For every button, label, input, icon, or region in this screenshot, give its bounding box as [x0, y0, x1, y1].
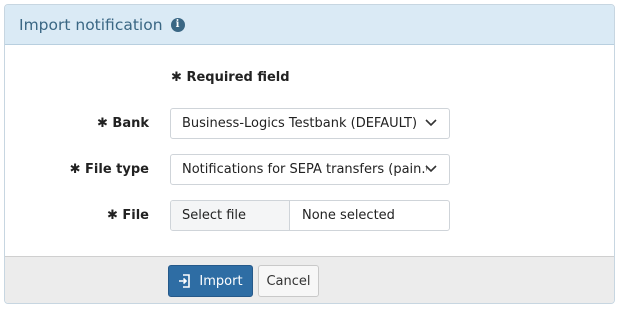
file-status: None selected [302, 208, 395, 223]
required-star-icon: ✱ [69, 162, 81, 177]
file-row: ✱ File Select file None selected [5, 200, 614, 232]
file-label: ✱ File [106, 208, 149, 223]
required-field-note: ✱ Required field [171, 70, 290, 85]
required-note-text: Required field [186, 70, 290, 85]
required-star-icon: ✱ [96, 116, 108, 131]
dialog-title: Import notification [19, 15, 163, 34]
file-type-select[interactable]: Notifications for SEPA transfers (pain.0… [170, 154, 450, 185]
select-file-button[interactable]: Select file [171, 201, 290, 230]
bank-row: ✱ Bank Business-Logics Testbank (DEFAULT… [5, 108, 614, 140]
import-button-label: Import [199, 273, 243, 289]
chevron-down-icon [425, 119, 437, 127]
cancel-button[interactable]: Cancel [258, 265, 319, 297]
required-star-icon: ✱ [171, 70, 182, 85]
file-type-label: ✱ File type [69, 162, 149, 177]
info-icon[interactable]: i [170, 17, 185, 32]
required-star-icon: ✱ [106, 208, 118, 223]
bank-select[interactable]: Business-Logics Testbank (DEFAULT) [170, 108, 450, 139]
import-icon [179, 274, 191, 288]
dialog-footer: Import Cancel [5, 256, 614, 303]
bank-select-value: Business-Logics Testbank (DEFAULT) [182, 116, 418, 131]
file-type-select-value: Notifications for SEPA transfers (pain.0… [182, 162, 427, 177]
chevron-down-icon [425, 165, 437, 173]
dialog-header: Import notification i [5, 5, 614, 45]
cancel-button-label: Cancel [266, 273, 311, 289]
import-notification-dialog: Import notification i ✱ Required field ✱… [4, 4, 615, 304]
file-picker: Select file None selected [170, 200, 450, 231]
file-type-row: ✱ File type Notifications for SEPA trans… [5, 154, 614, 186]
import-button[interactable]: Import [168, 265, 253, 297]
bank-label: ✱ Bank [96, 116, 149, 131]
